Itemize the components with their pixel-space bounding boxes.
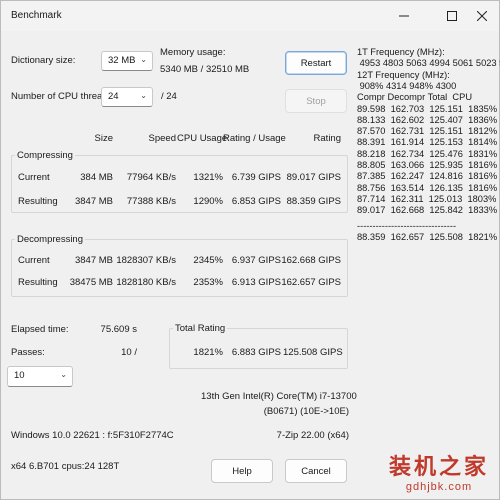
- results-log-line: 87.714 162.311 125.013 1803%: [357, 193, 497, 204]
- decompress-current-size: 3847 MB: [74, 255, 113, 266]
- results-log-line: 88.391 161.914 125.153 1814%: [357, 137, 498, 148]
- cpu-name: 13th Gen Intel(R) Core(TM) i7-13700: [201, 391, 357, 402]
- restart-button[interactable]: Restart: [285, 51, 347, 75]
- chevron-down-icon: ⌄: [140, 91, 147, 100]
- results-log-line: 88.133 162.602 125.407 1836%: [357, 114, 498, 125]
- chevron-down-icon: ⌄: [60, 370, 67, 379]
- os-info: Windows 10.0 22621 : f:5F310F2774C: [11, 430, 174, 441]
- benchmark-window: Benchmark Dictionary size: 32 MB ⌄ Numbe…: [0, 0, 500, 500]
- decompress-current-rating: 162.668 GIPS: [281, 255, 341, 266]
- results-log-line: 88.756 163.514 126.135 1816%: [357, 182, 498, 193]
- decompress-resulting-cpu: 2353%: [193, 277, 223, 288]
- results-log-line: --------------------------------: [357, 220, 457, 231]
- column-cpu-usage: CPU Usage: [177, 133, 228, 144]
- title-bar: Benchmark: [1, 1, 499, 31]
- system-info: x64 6.B701 cpus:24 128T: [11, 461, 120, 472]
- compressing-label: Compressing: [15, 150, 75, 161]
- chevron-down-icon: ⌄: [140, 55, 147, 64]
- minimize-icon[interactable]: [385, 1, 423, 31]
- column-rating: Rating: [313, 133, 341, 144]
- compress-current-rating-usage: 6.739 GIPS: [231, 172, 281, 183]
- results-log-line: 87.385 162.247 124.816 1816%: [357, 171, 498, 182]
- results-log-line: 4953 4803 5063 4994 5061 5023 5044: [359, 58, 500, 69]
- decompress-current-cpu: 2345%: [193, 255, 223, 266]
- results-log-line: 1T Frequency (MHz):: [357, 47, 445, 57]
- dictionary-size-value: 32 MB: [108, 55, 136, 66]
- version-info: 7-Zip 22.00 (x64): [276, 430, 349, 441]
- column-size: Size: [94, 133, 113, 144]
- elapsed-time-value: 75.609 s: [100, 324, 137, 335]
- compress-resulting-rating: 88.359 GIPS: [286, 196, 341, 207]
- dictionary-size-label: Dictionary size:: [11, 55, 76, 66]
- results-log-line: 908% 4314 948% 4300: [357, 80, 457, 91]
- total-cpu: 1821%: [193, 347, 223, 358]
- results-log-line: 87.570 162.731 125.151 1812%: [357, 126, 498, 137]
- total-rating-value: 125.508 GIPS: [283, 347, 343, 358]
- total-rating-label: Total Rating: [173, 323, 228, 334]
- compress-resulting-label: Resulting: [18, 196, 58, 207]
- window-title: Benchmark: [11, 10, 62, 21]
- results-log-line: 88.359 162.657 125.508 1821%: [357, 231, 498, 242]
- compress-current-label: Current: [18, 172, 50, 183]
- watermark-url: gdhjbk.com: [405, 481, 473, 493]
- compress-current-speed: 77964 KB/s: [126, 172, 176, 183]
- results-log-line: 12T Frequency (MHz):: [357, 69, 450, 80]
- decompress-current-speed: 1828307 KB/s: [116, 255, 176, 266]
- decompress-resulting-rating: 162.657 GIPS: [281, 277, 341, 288]
- compress-resulting-size: 3847 MB: [74, 196, 113, 207]
- decompress-current-label: Current: [18, 255, 50, 266]
- decompressing-label: Decompressing: [15, 234, 85, 245]
- compress-current-size: 384 MB: [80, 172, 113, 183]
- compress-resulting-speed: 77388 KB/s: [126, 196, 176, 207]
- results-log-line: 89.598 162.703 125.151 1835%: [357, 103, 498, 114]
- passes-value: 10 /: [121, 347, 137, 358]
- compress-resulting-cpu: 1290%: [193, 196, 223, 207]
- decompressing-group: [11, 239, 348, 297]
- watermark-text: 装机之家: [388, 455, 489, 480]
- cpu-threads-label: Number of CPU threads:: [11, 91, 116, 102]
- decompress-resulting-size: 38475 MB: [69, 277, 113, 288]
- decompress-resulting-label: Resulting: [18, 277, 58, 288]
- cancel-button[interactable]: Cancel: [285, 459, 347, 483]
- results-log-line: Compr Decompr Total CPU: [357, 92, 473, 103]
- results-log-line: 89.017 162.668 125.842 1833%: [357, 205, 498, 216]
- results-log-line: 88.218 162.734 125.476 1831%: [357, 148, 498, 159]
- watermark: 装机之家 gdhjbk.com: [389, 449, 489, 493]
- column-speed: Speed: [148, 133, 176, 144]
- compress-current-cpu: 1321%: [193, 172, 223, 183]
- decompress-current-rating-usage: 6.937 GIPS: [231, 255, 281, 266]
- cpu-threads-select[interactable]: 24 ⌄: [101, 87, 153, 107]
- close-icon[interactable]: [463, 1, 500, 31]
- compress-resulting-rating-usage: 6.853 GIPS: [231, 196, 281, 207]
- cpu-threads-max: / 24: [161, 91, 177, 102]
- cpu-stepping: (B0671) (10E->10E): [263, 406, 349, 417]
- help-button[interactable]: Help: [211, 459, 273, 483]
- memory-usage-value: 5340 MB / 32510 MB: [160, 64, 250, 75]
- decompress-resulting-rating-usage: 6.913 GIPS: [231, 277, 281, 288]
- passes-label: Passes:: [11, 347, 45, 358]
- memory-usage-label: Memory usage:: [160, 47, 226, 58]
- decompress-resulting-speed: 1828180 KB/s: [116, 277, 176, 288]
- stop-button[interactable]: Stop: [285, 89, 347, 113]
- column-rating-usage: Rating / Usage: [223, 133, 286, 144]
- passes-select[interactable]: 10 ⌄: [7, 366, 73, 387]
- passes-select-value: 10: [14, 370, 25, 381]
- compress-current-rating: 89.017 GIPS: [286, 172, 341, 183]
- results-log-line: 88.805 163.066 125.935 1816%: [357, 160, 498, 170]
- total-rating-usage: 6.883 GIPS: [231, 347, 281, 358]
- cpu-threads-value: 24: [108, 91, 119, 102]
- elapsed-time-label: Elapsed time:: [11, 324, 69, 335]
- dictionary-size-select[interactable]: 32 MB ⌄: [101, 51, 153, 71]
